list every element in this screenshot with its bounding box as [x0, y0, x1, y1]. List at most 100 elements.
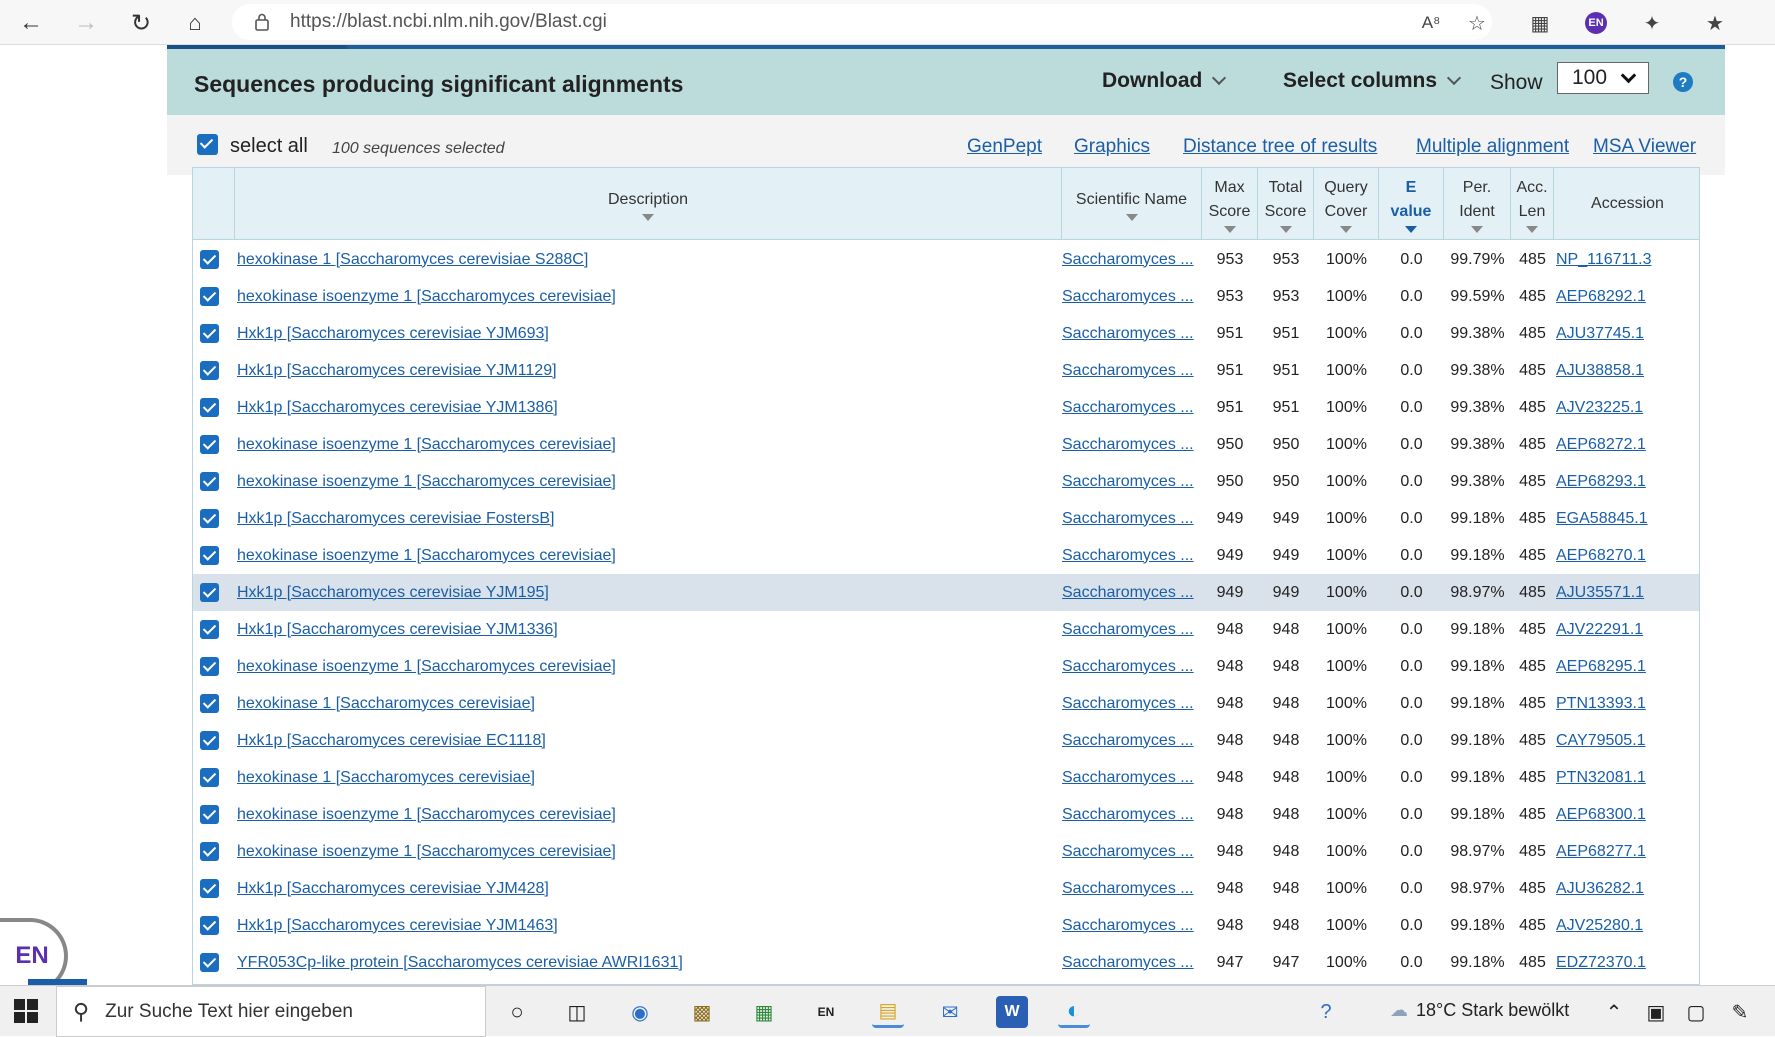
- genpept-link[interactable]: GenPept: [967, 136, 1042, 158]
- row-description-link[interactable]: hexokinase isoenzyme 1 [Saccharomyces ce…: [237, 436, 616, 454]
- row-accession-link[interactable]: EDZ72370.1: [1556, 954, 1646, 972]
- row-accession-link[interactable]: AJU37745.1: [1556, 325, 1644, 343]
- col-query-cover[interactable]: Query Cover: [1314, 168, 1379, 240]
- address-bar[interactable]: https://blast.ncbi.nlm.nih.gov/Blast.cgi: [232, 4, 1492, 40]
- col-description[interactable]: Description: [235, 168, 1062, 240]
- row-description-link[interactable]: hexokinase isoenzyme 1 [Saccharomyces ce…: [237, 843, 616, 861]
- row-description-link[interactable]: Hxk1p [Saccharomyces cerevisiae YJM195]: [237, 584, 549, 602]
- row-checkbox[interactable]: [200, 361, 219, 380]
- row-description-link[interactable]: hexokinase 1 [Saccharomyces cerevisiae]: [237, 695, 535, 713]
- select-all-checkbox[interactable]: [197, 134, 218, 155]
- row-accession-link[interactable]: PTN32081.1: [1556, 769, 1646, 787]
- row-accession-link[interactable]: AEP68270.1: [1556, 547, 1646, 565]
- row-checkbox[interactable]: [200, 324, 219, 343]
- row-scientific-name-link[interactable]: Saccharomyces ...: [1062, 399, 1194, 417]
- row-scientific-name-link[interactable]: Saccharomyces ...: [1062, 325, 1194, 343]
- forward-icon[interactable]: →: [69, 6, 103, 40]
- word-icon[interactable]: W: [996, 996, 1028, 1028]
- row-accession-link[interactable]: NP_116711.3: [1556, 251, 1651, 269]
- row-accession-link[interactable]: AEP68295.1: [1556, 658, 1646, 676]
- row-accession-link[interactable]: AJU36282.1: [1556, 880, 1644, 898]
- row-description-link[interactable]: Hxk1p [Saccharomyces cerevisiae YJM1336]: [237, 621, 558, 639]
- row-description-link[interactable]: Hxk1p [Saccharomyces cerevisiae EC1118]: [237, 732, 546, 750]
- row-description-link[interactable]: hexokinase isoenzyme 1 [Saccharomyces ce…: [237, 288, 616, 306]
- row-scientific-name-link[interactable]: Saccharomyces ...: [1062, 621, 1194, 639]
- row-scientific-name-link[interactable]: Saccharomyces ...: [1062, 510, 1194, 528]
- row-description-link[interactable]: Hxk1p [Saccharomyces cerevisiae YJM1386]: [237, 399, 558, 417]
- col-evalue[interactable]: E value: [1379, 168, 1444, 240]
- mail-icon[interactable]: ✉: [934, 996, 966, 1028]
- row-description-link[interactable]: hexokinase isoenzyme 1 [Saccharomyces ce…: [237, 473, 616, 491]
- col-scientific-name[interactable]: Scientific Name: [1062, 168, 1202, 240]
- row-accession-link[interactable]: PTN13393.1: [1556, 695, 1646, 713]
- home-icon[interactable]: ⌂: [178, 6, 212, 40]
- edge-icon[interactable]: ◐: [1058, 996, 1090, 1028]
- row-scientific-name-link[interactable]: Saccharomyces ...: [1062, 843, 1194, 861]
- row-scientific-name-link[interactable]: Saccharomyces ...: [1062, 695, 1194, 713]
- graphics-link[interactable]: Graphics: [1074, 136, 1150, 158]
- select-all-label[interactable]: select all: [230, 135, 308, 158]
- puzzle-icon[interactable]: ✦: [1637, 8, 1667, 38]
- select-columns-dropdown[interactable]: Select columns: [1283, 69, 1462, 93]
- help-notification-icon[interactable]: ?: [1310, 996, 1342, 1028]
- row-description-link[interactable]: Hxk1p [Saccharomyces cerevisiae YJM1129]: [237, 362, 557, 380]
- read-aloud-icon[interactable]: A⁸: [1416, 8, 1446, 38]
- row-scientific-name-link[interactable]: Saccharomyces ...: [1062, 584, 1194, 602]
- row-checkbox[interactable]: [200, 916, 219, 935]
- row-checkbox[interactable]: [200, 731, 219, 750]
- row-description-link[interactable]: hexokinase isoenzyme 1 [Saccharomyces ce…: [237, 547, 616, 565]
- firefox-icon[interactable]: ◉: [624, 996, 656, 1028]
- row-accession-link[interactable]: CAY79505.1: [1556, 732, 1646, 750]
- row-scientific-name-link[interactable]: Saccharomyces ...: [1062, 362, 1194, 380]
- language-app-icon[interactable]: EN: [810, 996, 842, 1028]
- windows-start-icon[interactable]: [14, 999, 38, 1023]
- help-icon[interactable]: ?: [1673, 72, 1693, 92]
- row-scientific-name-link[interactable]: Saccharomyces ...: [1062, 769, 1194, 787]
- row-description-link[interactable]: hexokinase isoenzyme 1 [Saccharomyces ce…: [237, 806, 616, 824]
- refresh-icon[interactable]: ↻: [124, 6, 158, 40]
- row-accession-link[interactable]: AEP68292.1: [1556, 288, 1646, 306]
- row-scientific-name-link[interactable]: Saccharomyces ...: [1062, 658, 1194, 676]
- row-scientific-name-link[interactable]: Saccharomyces ...: [1062, 954, 1194, 972]
- chevron-up-icon[interactable]: ⌃: [1598, 996, 1630, 1028]
- row-description-link[interactable]: YFR053Cp-like protein [Saccharomyces cer…: [237, 954, 683, 972]
- file-explorer-icon[interactable]: ▤: [872, 996, 904, 1028]
- weather-widget[interactable]: ☁ 18°C Stark bewölkt: [1390, 1000, 1569, 1021]
- extension-icon[interactable]: ▦: [1525, 8, 1555, 38]
- row-accession-link[interactable]: AJV25280.1: [1556, 917, 1643, 935]
- device-icon[interactable]: ▢: [1680, 996, 1712, 1028]
- row-scientific-name-link[interactable]: Saccharomyces ...: [1062, 288, 1194, 306]
- favorites-icon[interactable]: ★: [1700, 8, 1730, 38]
- row-description-link[interactable]: Hxk1p [Saccharomyces cerevisiae YJM428]: [237, 880, 549, 898]
- msa-viewer-link[interactable]: MSA Viewer: [1593, 136, 1696, 158]
- row-checkbox[interactable]: [200, 805, 219, 824]
- row-scientific-name-link[interactable]: Saccharomyces ...: [1062, 547, 1194, 565]
- col-acc-len[interactable]: Acc. Len: [1511, 168, 1554, 240]
- row-checkbox[interactable]: [200, 435, 219, 454]
- row-accession-link[interactable]: AEP68293.1: [1556, 473, 1646, 491]
- row-scientific-name-link[interactable]: Saccharomyces ...: [1062, 917, 1194, 935]
- row-scientific-name-link[interactable]: Saccharomyces ...: [1062, 251, 1194, 269]
- row-accession-link[interactable]: EGA58845.1: [1556, 510, 1648, 528]
- col-accession[interactable]: Accession: [1554, 168, 1699, 240]
- row-scientific-name-link[interactable]: Saccharomyces ...: [1062, 806, 1194, 824]
- row-description-link[interactable]: hexokinase 1 [Saccharomyces cerevisiae]: [237, 769, 535, 787]
- row-description-link[interactable]: hexokinase isoenzyme 1 [Saccharomyces ce…: [237, 658, 616, 676]
- favorite-add-icon[interactable]: ☆: [1462, 8, 1492, 38]
- multiple-alignment-link[interactable]: Multiple alignment: [1416, 136, 1569, 158]
- row-accession-link[interactable]: AJU38858.1: [1556, 362, 1644, 380]
- taskbar-search-input[interactable]: ⚲ Zur Suche Text hier eingeben: [56, 986, 486, 1037]
- row-checkbox[interactable]: [200, 768, 219, 787]
- office-app-icon[interactable]: ▦: [748, 996, 780, 1028]
- row-accession-link[interactable]: AEP68272.1: [1556, 436, 1646, 454]
- row-checkbox[interactable]: [200, 583, 219, 602]
- back-icon[interactable]: ←: [14, 6, 48, 40]
- row-accession-link[interactable]: AEP68277.1: [1556, 843, 1646, 861]
- distance-tree-link[interactable]: Distance tree of results: [1183, 136, 1377, 158]
- row-scientific-name-link[interactable]: Saccharomyces ...: [1062, 880, 1194, 898]
- row-checkbox[interactable]: [200, 546, 219, 565]
- row-scientific-name-link[interactable]: Saccharomyces ...: [1062, 473, 1194, 491]
- row-checkbox[interactable]: [200, 879, 219, 898]
- row-scientific-name-link[interactable]: Saccharomyces ...: [1062, 436, 1194, 454]
- col-per-ident[interactable]: Per. Ident: [1444, 168, 1511, 240]
